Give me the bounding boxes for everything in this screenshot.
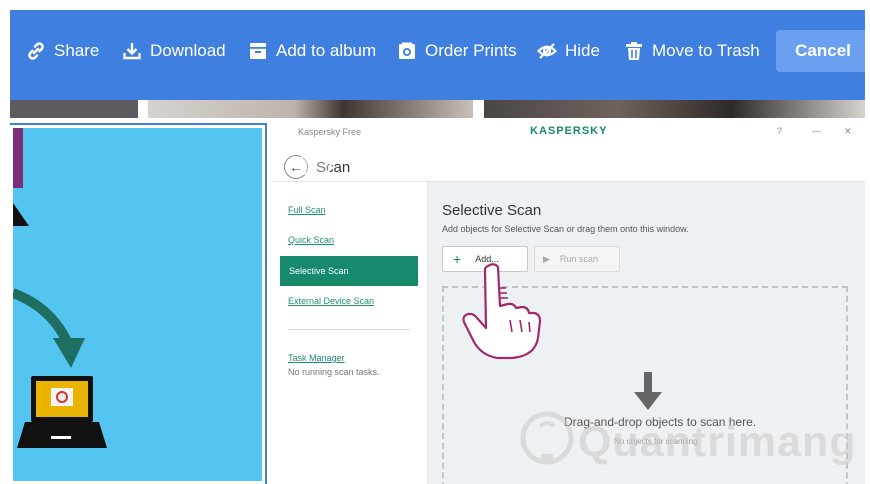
- trash-icon: [626, 42, 642, 60]
- window-help-icon: ?: [777, 126, 783, 136]
- hide-label: Hide: [565, 41, 600, 60]
- photo-viewer: Share Download Add to album Order Prints…: [10, 10, 865, 484]
- window-title: Kaspersky Free: [298, 127, 362, 137]
- window-minimize-icon: —: [812, 126, 821, 136]
- photo-thumbnail[interactable]: [10, 100, 138, 118]
- download-label: Download: [150, 41, 226, 60]
- run-scan-label: Run scan: [559, 254, 598, 264]
- kaspersky-logo: KASPERSKY: [530, 125, 608, 137]
- sidebar-item-external-device-scan: External Device Scan: [288, 296, 375, 306]
- lightbulb-icon: [520, 411, 574, 465]
- add-to-album-button[interactable]: Add to album: [248, 39, 376, 63]
- panel-title: Selective Scan: [442, 202, 542, 219]
- hide-button[interactable]: Hide: [537, 39, 600, 63]
- move-to-trash-label: Move to Trash: [652, 41, 760, 60]
- download-button[interactable]: Download: [122, 39, 226, 63]
- photo-prints-icon: [399, 42, 415, 59]
- share-icon: [28, 42, 44, 60]
- quantrimang-watermark: Quantrimang: [518, 404, 856, 484]
- move-to-trash-button[interactable]: Move to Trash: [624, 39, 760, 63]
- photo-thumbnail[interactable]: [148, 100, 473, 118]
- eye-off-icon: [537, 43, 557, 59]
- share-label: Share: [54, 41, 100, 60]
- pointing-hand-icon: [462, 263, 542, 360]
- scan-sidebar: Full Scan Quick Scan Selective Scan Exte…: [272, 182, 428, 484]
- sidebar-divider: [288, 329, 410, 330]
- select-checkbox[interactable]: [300, 147, 332, 179]
- share-button[interactable]: Share: [26, 39, 99, 63]
- add-to-album-label: Add to album: [276, 41, 377, 60]
- selection-action-bar: Share Download Add to album Order Prints…: [10, 10, 865, 100]
- order-prints-button[interactable]: Order Prints: [397, 39, 517, 63]
- selected-photo-tile[interactable]: [10, 123, 267, 484]
- window-close-icon: ✕: [844, 126, 852, 136]
- order-prints-label: Order Prints: [425, 41, 517, 60]
- sidebar-item-quick-scan: Quick Scan: [288, 235, 335, 245]
- album-icon: [250, 43, 266, 59]
- download-icon: [123, 43, 141, 60]
- task-manager-link: Task Manager: [288, 353, 345, 363]
- cancel-button[interactable]: Cancel: [776, 30, 865, 72]
- window-header: ← Scan: [272, 141, 865, 182]
- watermark-text: Quantrimang: [578, 418, 857, 466]
- task-status-text: No running scan tasks.: [288, 367, 380, 377]
- photo-thumbnail[interactable]: [484, 100, 865, 118]
- sidebar-item-full-scan: Full Scan: [288, 205, 326, 215]
- window-titlebar: Kaspersky Free KASPERSKY ? — ✕: [272, 125, 865, 141]
- sidebar-item-selective-scan: Selective Scan: [280, 256, 418, 286]
- laptop-illustration: [13, 128, 107, 448]
- panel-description: Add objects for Selective Scan or drag t…: [442, 224, 689, 234]
